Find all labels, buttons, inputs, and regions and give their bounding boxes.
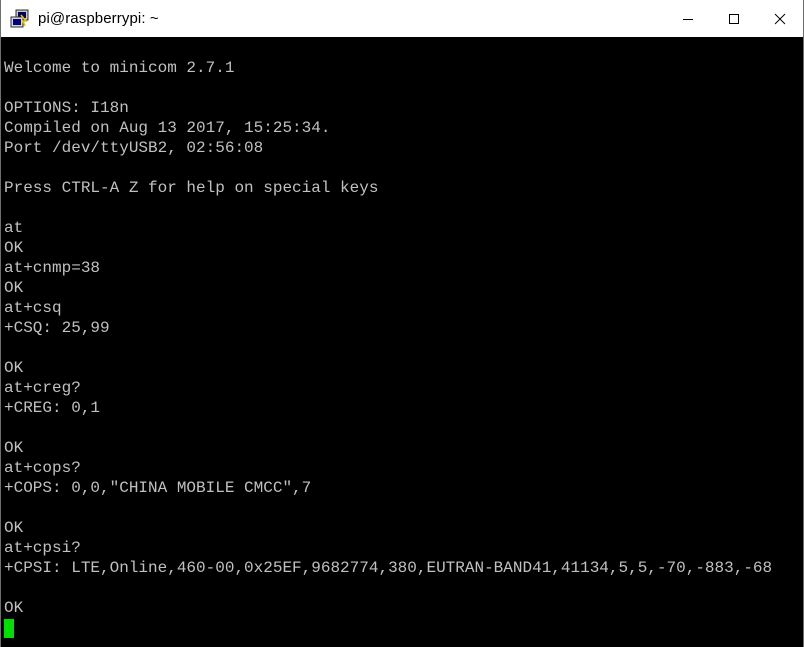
title-bar[interactable]: pi@raspberrypi: ~ [1,0,803,37]
terminal-line: +COPS: 0,0,"CHINA MOBILE CMCC",7 [4,479,312,497]
terminal-line: +CPSI: LTE,Online,460-00,0x25EF,9682774,… [4,559,773,577]
terminal-line: +CSQ: 25,99 [4,319,110,337]
minimize-button[interactable] [665,0,711,37]
terminal-line: OK [4,439,24,457]
terminal-screen[interactable]: Welcome to minicom 2.7.1 OPTIONS: I18n C… [1,37,803,647]
terminal-window: pi@raspberrypi: ~ Welcome to minicom 2.7… [0,0,804,647]
terminal-line: at+creg? [4,379,81,397]
terminal-line: at [4,219,24,237]
maximize-button[interactable] [711,0,757,37]
terminal-line: OK [4,599,24,617]
maximize-icon [729,13,739,24]
terminal-line: at+cpsi? [4,539,81,557]
terminal-line: OK [4,359,24,377]
cursor-line [4,618,772,638]
terminal-line: OK [4,519,24,537]
terminal-line: at+cops? [4,459,81,477]
window-title: pi@raspberrypi: ~ [38,10,159,27]
terminal-line: Compiled on Aug 13 2017, 15:25:34. [4,119,331,137]
terminal-line: OPTIONS: I18n [4,99,129,117]
terminal-line: at+cnmp=38 [4,259,101,277]
putty-icon[interactable] [10,9,30,29]
terminal-line: at+csq [4,299,62,317]
terminal-line: Welcome to minicom 2.7.1 [4,59,235,77]
terminal-line: OK [4,239,24,257]
terminal-line: +CREG: 0,1 [4,399,101,417]
text-cursor [4,619,14,638]
terminal-output: Welcome to minicom 2.7.1 OPTIONS: I18n C… [4,58,772,638]
minimize-icon [683,18,693,20]
terminal-line: OK [4,279,24,297]
terminal-line: Press CTRL-A Z for help on special keys [4,179,379,197]
close-button[interactable] [757,0,803,37]
close-icon [774,13,786,24]
terminal-line: Port /dev/ttyUSB2, 02:56:08 [4,139,264,157]
